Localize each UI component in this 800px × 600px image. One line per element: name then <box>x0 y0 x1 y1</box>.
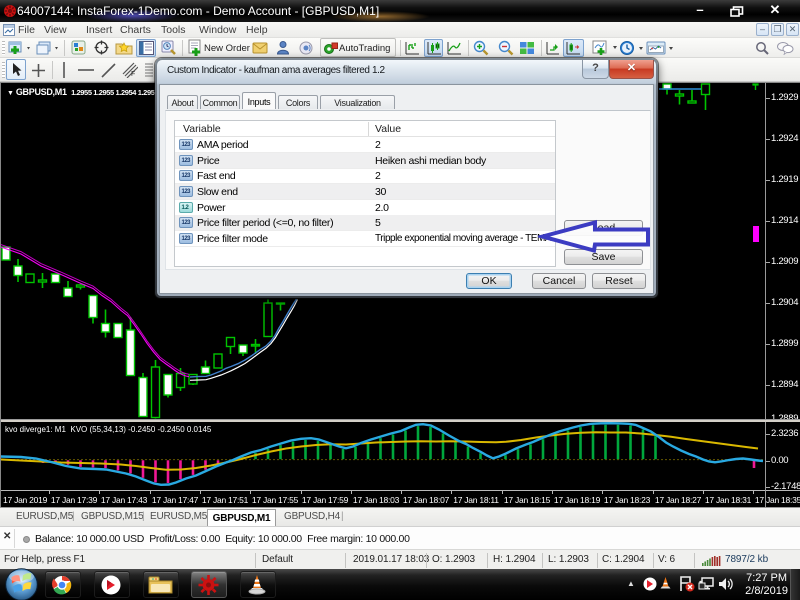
svg-text:F: F <box>131 71 135 78</box>
